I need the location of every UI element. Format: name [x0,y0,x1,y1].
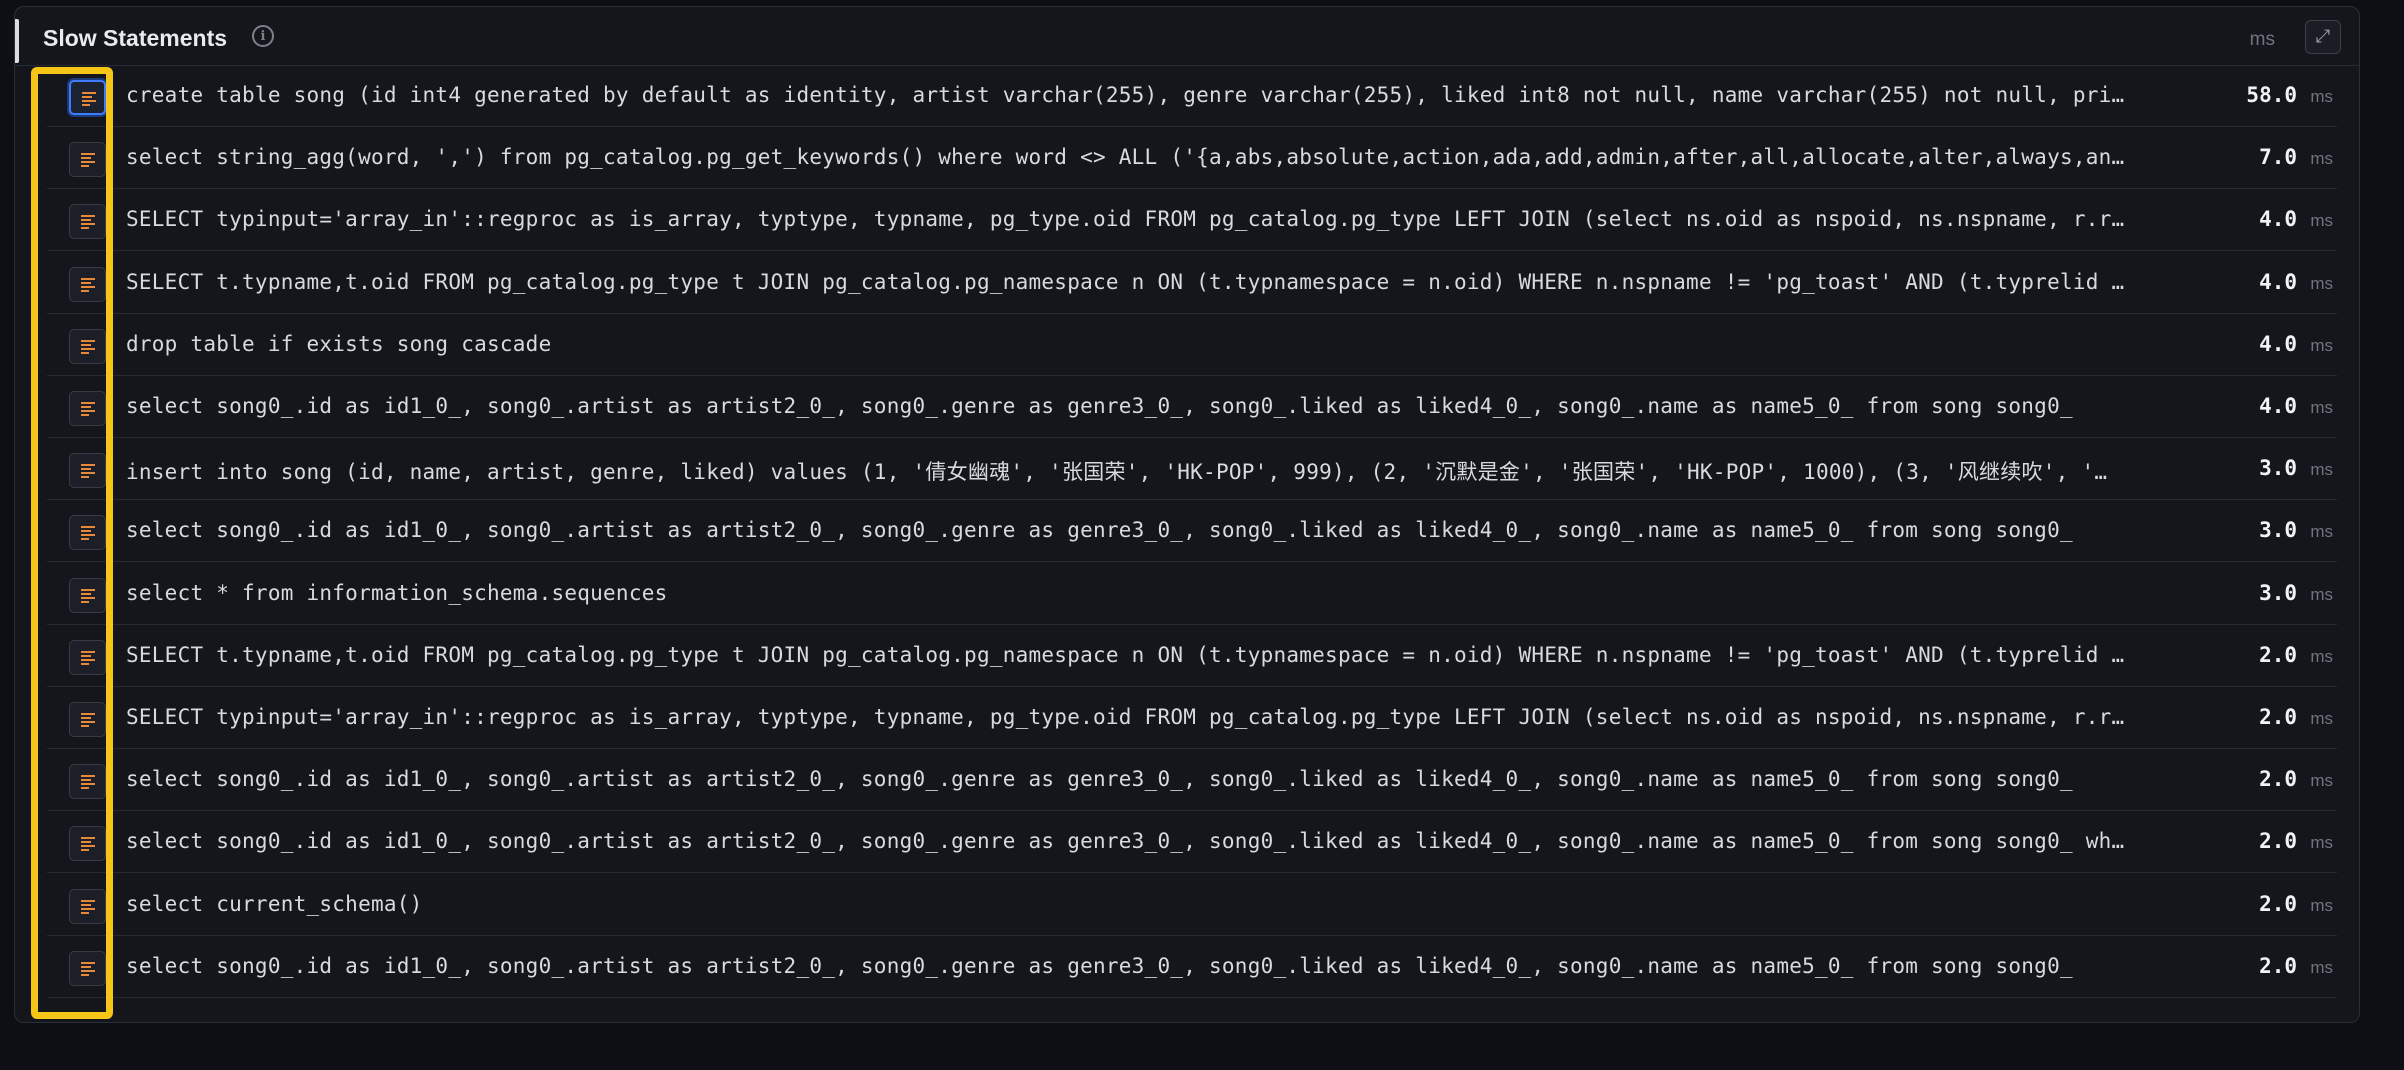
statement-row[interactable]: drop table if exists song cascade 4.0 ms [47,314,2337,376]
view-statement-button[interactable] [69,639,106,675]
duration-unit: ms [2310,584,2333,604]
view-statement-button[interactable] [69,80,106,115]
document-lines-icon [82,92,96,106]
info-icon[interactable]: i [252,25,274,47]
expand-icon: ⤢ [2315,26,2331,47]
expand-button[interactable]: ⤢ [2305,20,2341,54]
statement-text: create table song (id int4 generated by … [126,83,2126,107]
document-lines-icon [81,837,95,852]
statement-row[interactable]: SELECT t.typname,t.oid FROM pg_catalog.p… [47,252,2337,314]
statement-duration: 3.0 [2259,456,2297,481]
statement-duration: 2.0 [2259,642,2297,667]
document-lines-icon [81,339,95,354]
view-statement-button[interactable] [69,266,106,302]
panel-title: Slow Statements [43,25,228,51]
duration-unit: ms [2310,335,2333,355]
statement-duration: 3.0 [2259,518,2297,543]
view-statement-button[interactable] [69,577,106,613]
duration-unit: ms [2310,149,2333,169]
statement-text: SELECT typinput='array_in'::regproc as i… [126,705,2126,729]
statement-row[interactable]: SELECT t.typname,t.oid FROM pg_catalog.p… [47,625,2337,687]
document-lines-icon [81,402,95,416]
statement-text: select song0_.id as id1_0_, song0_.artis… [126,518,2073,543]
statement-row[interactable]: select song0_.id as id1_0_, song0_.artis… [47,376,2337,438]
statement-row[interactable]: select song0_.id as id1_0_, song0_.artis… [47,936,2337,998]
statement-duration: 2.0 [2259,705,2297,729]
document-lines-icon [81,899,95,914]
statement-text: drop table if exists song cascade [126,331,552,356]
statement-duration: 3.0 [2259,580,2297,605]
duration-unit: ms [2310,398,2333,417]
unit-label: ms [2249,29,2275,50]
document-lines-icon [81,215,95,230]
statement-duration: 2.0 [2259,829,2297,854]
statement-duration: 7.0 [2259,145,2297,170]
statement-row[interactable]: select string_agg(word, ',') from pg_cat… [47,127,2337,190]
statement-duration: 2.0 [2259,953,2297,978]
slow-statements-panel: Slow Statements i ms ⤢ create table song… [14,6,2360,1023]
view-statement-button[interactable] [69,950,106,986]
document-lines-icon [81,961,95,976]
document-lines-icon [81,277,95,292]
view-statement-button[interactable] [69,204,106,240]
statement-text: insert into song (id, name, artist, genr… [126,460,2126,485]
duration-unit: ms [2310,895,2333,915]
panel-header: Slow Statements i ms ⤢ [15,7,2359,66]
view-statement-button[interactable] [69,328,106,364]
statement-row[interactable]: create table song (id int4 generated by … [47,65,2337,127]
duration-unit: ms [2310,957,2333,977]
statement-duration: 2.0 [2259,891,2297,916]
statement-text: select current_schema() [126,891,423,916]
view-statement-button[interactable] [69,764,106,800]
document-lines-icon [81,153,95,168]
duration-unit: ms [2310,709,2333,728]
statement-text: SELECT t.typname,t.oid FROM pg_catalog.p… [126,642,2126,667]
duration-unit: ms [2310,273,2333,293]
statement-duration: 2.0 [2259,767,2297,792]
statement-row[interactable]: select song0_.id as id1_0_, song0_.artis… [47,500,2337,563]
view-statement-button[interactable] [69,391,106,426]
statement-duration: 4.0 [2259,207,2297,232]
view-statement-button[interactable] [69,515,106,551]
document-lines-icon [81,588,95,603]
duration-unit: ms [2310,211,2333,231]
statement-duration: 58.0 [2246,83,2297,107]
statement-row[interactable]: SELECT typinput='array_in'::regproc as i… [47,189,2337,252]
duration-unit: ms [2310,833,2333,853]
duration-unit: ms [2310,646,2333,666]
statement-row[interactable]: select song0_.id as id1_0_, song0_.artis… [47,749,2337,812]
duration-unit: ms [2310,460,2333,480]
view-statement-button[interactable] [69,888,106,924]
view-statement-button[interactable] [69,702,106,737]
statement-duration: 4.0 [2259,394,2297,418]
view-statement-button[interactable] [69,453,106,489]
statement-text: select song0_.id as id1_0_, song0_.artis… [126,953,2073,978]
document-lines-icon [81,775,95,790]
statement-row[interactable]: insert into song (id, name, artist, genr… [47,438,2337,501]
duration-unit: ms [2310,522,2333,542]
statement-text: select string_agg(word, ',') from pg_cat… [126,145,2126,170]
document-lines-icon [81,713,95,727]
statement-text: select song0_.id as id1_0_, song0_.artis… [126,829,2126,854]
statement-row[interactable]: select current_schema() 2.0 ms [47,874,2337,936]
statement-text: SELECT typinput='array_in'::regproc as i… [126,207,2126,232]
statement-duration: 4.0 [2259,331,2297,356]
statement-text: select song0_.id as id1_0_, song0_.artis… [126,394,2073,418]
statement-text: select song0_.id as id1_0_, song0_.artis… [126,767,2073,792]
statement-text: SELECT t.typname,t.oid FROM pg_catalog.p… [126,269,2126,294]
statement-text: select * from information_schema.sequenc… [126,580,668,605]
statement-row[interactable]: SELECT typinput='array_in'::regproc as i… [47,687,2337,749]
document-lines-icon [81,650,95,665]
statement-row[interactable]: select song0_.id as id1_0_, song0_.artis… [47,811,2337,874]
statement-row[interactable]: select * from information_schema.sequenc… [47,563,2337,625]
duration-unit: ms [2310,771,2333,791]
statement-duration: 4.0 [2259,269,2297,294]
view-statement-button[interactable] [69,826,106,862]
document-lines-icon [81,464,95,479]
document-lines-icon [81,526,95,541]
view-statement-button[interactable] [69,142,106,178]
duration-unit: ms [2310,87,2333,106]
